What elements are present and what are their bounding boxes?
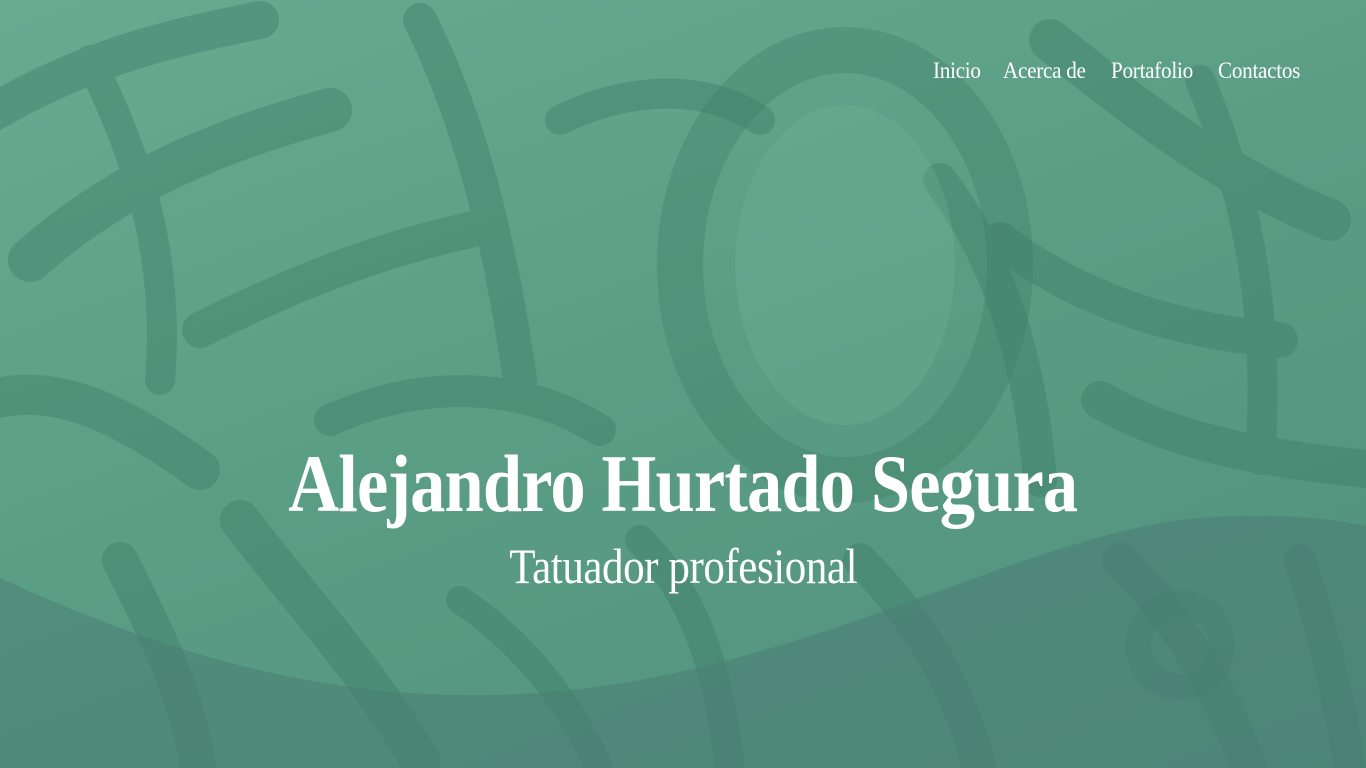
hero-subtitle-text: Tatuador profesional bbox=[509, 538, 857, 594]
hero-title-text: Alejandro Hurtado Segura bbox=[288, 438, 1078, 529]
wave-overlay bbox=[0, 515, 1366, 768]
hero-title: Alejandro Hurtado Segura bbox=[0, 436, 1366, 532]
hero-section: Inicio Acerca de Portafolio Contactos Al… bbox=[0, 0, 1366, 768]
nav-link-acerca-de[interactable]: Acerca de bbox=[1003, 58, 1086, 84]
main-navigation: Inicio Acerca de Portafolio Contactos bbox=[933, 58, 1307, 84]
hero-subtitle: Tatuador profesional bbox=[0, 536, 1366, 596]
nav-link-contactos[interactable]: Contactos bbox=[1218, 58, 1300, 84]
nav-link-portafolio[interactable]: Portafolio bbox=[1111, 58, 1193, 84]
nav-link-inicio[interactable]: Inicio bbox=[933, 58, 981, 84]
